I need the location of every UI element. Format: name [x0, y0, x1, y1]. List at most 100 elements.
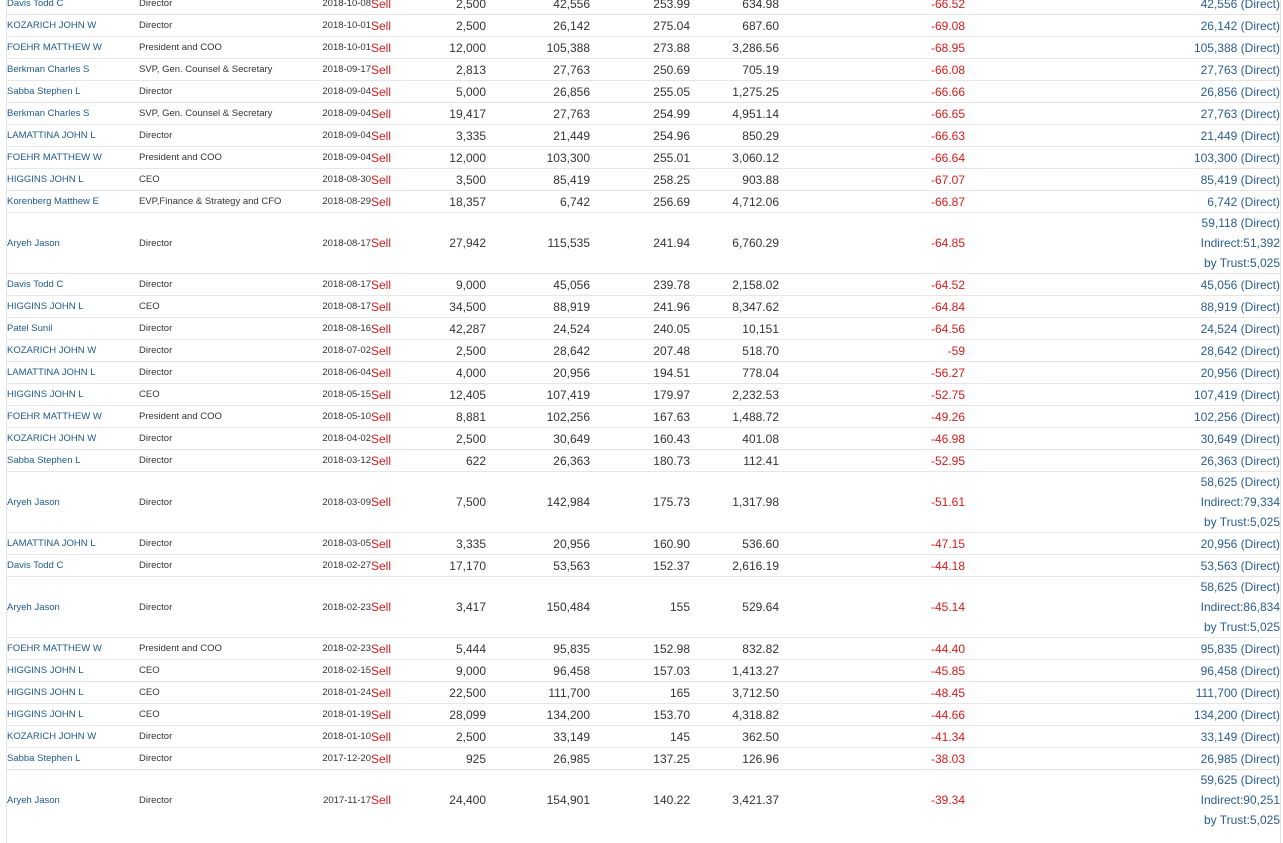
- transaction-type-cell: Sell: [371, 383, 411, 406]
- insider-name-link[interactable]: HIGGINS JOHN L: [7, 301, 84, 312]
- change-cell: -38.03: [779, 747, 965, 770]
- insider-name-link[interactable]: Aryeh Jason: [7, 497, 60, 508]
- total-shares-cell: 111,700: [486, 681, 590, 704]
- change-cell: -41.34: [779, 725, 965, 748]
- shares-cell: 2,500: [411, 0, 486, 15]
- insider-name-link[interactable]: HIGGINS JOHN L: [7, 174, 84, 185]
- transaction-type-cell: Sell: [371, 0, 411, 15]
- shares-owned-cell: 27,763 (Direct): [965, 58, 1280, 81]
- value-cell: 126.96: [690, 747, 779, 770]
- insider-name-link[interactable]: FOEHR MATTHEW W: [7, 643, 102, 654]
- shares-owned-line: 103,300 (Direct): [1193, 150, 1280, 165]
- insider-name-link[interactable]: Aryeh Jason: [7, 602, 60, 613]
- relationship-cell: Director: [139, 14, 299, 37]
- relationship-cell: Director: [139, 532, 299, 555]
- value-cell: 3,712.50: [690, 681, 779, 704]
- insider-name-link[interactable]: KOZARICH JOHN W: [7, 731, 96, 742]
- change-cell: -66.66: [779, 80, 965, 103]
- insider-name-link[interactable]: KOZARICH JOHN W: [7, 20, 96, 31]
- relationship-cell: SVP, Gen. Counsel & Secretary: [139, 102, 299, 125]
- relationship-cell: President and COO: [139, 405, 299, 428]
- date-cell: 2018-08-29: [299, 190, 371, 213]
- insider-name-link[interactable]: Korenberg Matthew E: [7, 196, 99, 207]
- price-cell: 140.22: [590, 769, 690, 830]
- shares-cell: 4,000: [411, 361, 486, 384]
- insider-name-link[interactable]: Berkman Charles S: [7, 64, 89, 75]
- insider-name-link[interactable]: Sabba Stephen L: [7, 86, 80, 97]
- relationship-cell: EVP,Finance & Strategy and CFO: [139, 190, 299, 213]
- date-cell: 2018-02-23: [299, 576, 371, 638]
- insider-name-link[interactable]: Sabba Stephen L: [7, 753, 80, 764]
- insider-name-link[interactable]: KOZARICH JOHN W: [7, 345, 96, 356]
- table-row: HIGGINS JOHN L CEO 2018-08-30 Sell 3,500 85,4…: [7, 168, 1280, 191]
- price-cell: 253.99: [590, 0, 690, 15]
- shares-owned-cell: 45,056 (Direct): [965, 273, 1280, 296]
- total-shares-cell: 107,419: [486, 383, 590, 406]
- date-cell: 2018-09-04: [299, 102, 371, 125]
- shares-owned-cell: 102,256 (Direct): [965, 405, 1280, 428]
- value-cell: 4,951.14: [690, 102, 779, 125]
- insider-name-link[interactable]: FOEHR MATTHEW W: [7, 42, 102, 53]
- insider-name-link[interactable]: HIGGINS JOHN L: [7, 687, 84, 698]
- insider-name-link[interactable]: HIGGINS JOHN L: [7, 709, 84, 720]
- insider-name-link[interactable]: Patel Sunil: [7, 323, 52, 334]
- insider-name-link[interactable]: LAMATTINA JOHN L: [7, 130, 96, 141]
- total-shares-cell: 154,901: [486, 769, 590, 830]
- total-shares-cell: 95,835: [486, 637, 590, 660]
- price-cell: 157.03: [590, 659, 690, 682]
- insider-cell: Aryeh Jason: [7, 471, 139, 533]
- total-shares-cell: 96,458: [486, 659, 590, 682]
- date-cell: 2018-09-04: [299, 124, 371, 147]
- insider-name-link[interactable]: Aryeh Jason: [7, 795, 60, 806]
- total-shares-cell: 102,256: [486, 405, 590, 428]
- transaction-type-cell: Sell: [371, 725, 411, 748]
- date-cell: 2018-09-17: [299, 58, 371, 81]
- change-cell: -45.14: [779, 576, 965, 638]
- shares-owned-line: 107,419 (Direct): [1193, 387, 1280, 402]
- transaction-type-cell: Sell: [371, 80, 411, 103]
- insider-name-link[interactable]: Davis Todd C: [7, 0, 63, 9]
- table-row: Aryeh Jason Director 2018-03-09 Sell 7,500 14…: [7, 471, 1280, 533]
- shares-owned-cell: 21,449 (Direct): [965, 124, 1280, 147]
- price-cell: 254.99: [590, 102, 690, 125]
- date-cell: 2018-01-24: [299, 681, 371, 704]
- insider-cell: Davis Todd C: [7, 0, 139, 15]
- relationship-cell: Director: [139, 0, 299, 15]
- total-shares-cell: 142,984: [486, 471, 590, 533]
- change-cell: -51.61: [779, 471, 965, 533]
- insider-name-link[interactable]: Davis Todd C: [7, 279, 63, 290]
- insider-name-link[interactable]: Davis Todd C: [7, 560, 63, 571]
- insider-name-link[interactable]: Sabba Stephen L: [7, 455, 80, 466]
- value-cell: 1,275.25: [690, 80, 779, 103]
- insider-name-link[interactable]: HIGGINS JOHN L: [7, 665, 84, 676]
- change-cell: -59: [779, 339, 965, 362]
- insider-name-link[interactable]: FOEHR MATTHEW W: [7, 152, 102, 163]
- relationship-cell: Director: [139, 212, 299, 274]
- transaction-type-cell: Sell: [371, 36, 411, 59]
- change-cell: -66.65: [779, 102, 965, 125]
- insider-name-link[interactable]: HIGGINS JOHN L: [7, 389, 84, 400]
- transaction-type-cell: Sell: [371, 273, 411, 296]
- change-cell: -48.45: [779, 681, 965, 704]
- transaction-type-cell: Sell: [371, 681, 411, 704]
- price-cell: 167.63: [590, 405, 690, 428]
- change-cell: -46.98: [779, 427, 965, 450]
- insider-cell: KOZARICH JOHN W: [7, 725, 139, 748]
- transaction-type-cell: Sell: [371, 449, 411, 472]
- total-shares-cell: 26,856: [486, 80, 590, 103]
- change-cell: -66.64: [779, 146, 965, 169]
- insider-name-link[interactable]: LAMATTINA JOHN L: [7, 367, 96, 378]
- relationship-cell: CEO: [139, 659, 299, 682]
- relationship-cell: Director: [139, 361, 299, 384]
- insider-name-link[interactable]: KOZARICH JOHN W: [7, 433, 96, 444]
- value-cell: 778.04: [690, 361, 779, 384]
- insider-name-link[interactable]: LAMATTINA JOHN L: [7, 538, 96, 549]
- shares-owned-cell: 24,524 (Direct): [965, 317, 1280, 340]
- insider-name-link[interactable]: Berkman Charles S: [7, 108, 89, 119]
- shares-owned-line: 105,388 (Direct): [1193, 40, 1280, 55]
- shares-owned-line: 24,524 (Direct): [1200, 321, 1280, 336]
- insider-name-link[interactable]: FOEHR MATTHEW W: [7, 411, 102, 422]
- price-cell: 250.69: [590, 58, 690, 81]
- insider-name-link[interactable]: Aryeh Jason: [7, 238, 60, 249]
- value-cell: 1,488.72: [690, 405, 779, 428]
